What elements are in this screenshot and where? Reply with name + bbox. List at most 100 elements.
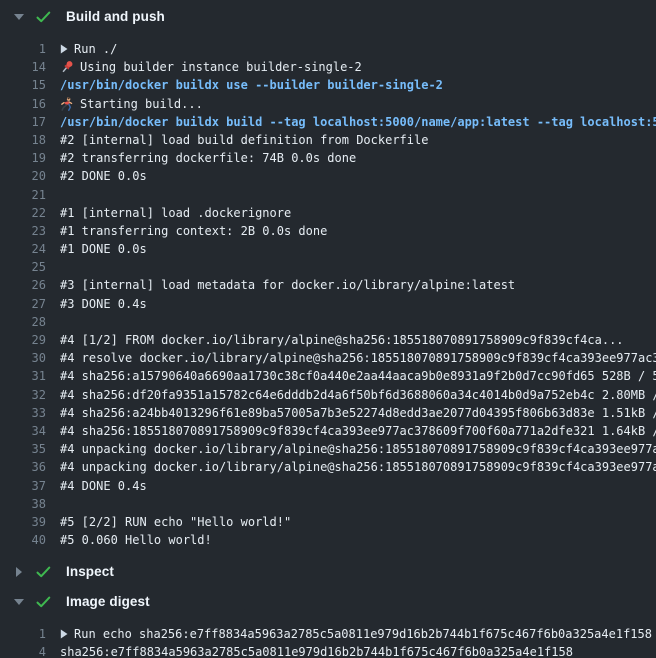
log-line: 29 #4 [1/2] FROM docker.io/library/alpin… [0,331,656,349]
line-number[interactable]: 34 [0,422,46,440]
log-section: Build and push 1 Run ./ 14 Using builder… [0,0,656,555]
chevron-right-icon[interactable] [10,567,28,577]
check-success-icon [36,596,52,608]
line-number[interactable]: 31 [0,367,46,385]
line-number[interactable]: 38 [0,495,46,513]
line-number[interactable]: 15 [0,76,46,94]
line-number[interactable]: 37 [0,477,46,495]
line-text: #4 DONE 0.4s [60,477,147,495]
line-text: #4 sha256:df20fa9351a15782c64e6dddb2d4a6… [60,386,656,404]
log-line: 21 [0,186,656,204]
chevron-down-icon[interactable] [10,599,28,605]
play-icon[interactable] [60,44,68,54]
line-number[interactable]: 25 [0,258,46,276]
log-line: 38 [0,495,656,513]
log-line: 39 #5 [2/2] RUN echo "Hello world!" [0,513,656,531]
log-line: 37 #4 DONE 0.4s [0,477,656,495]
line-number[interactable]: 22 [0,204,46,222]
workflow-log-viewer: Build and push 1 Run ./ 14 Using builder… [0,0,656,658]
line-number[interactable]: 18 [0,131,46,149]
log-line: 14 Using builder instance builder-single… [0,58,656,76]
pushpin-icon [60,60,74,74]
log-line: 1 Run echo sha256:e7ff8834a5963a2785c5a0… [0,625,656,643]
line-text: #2 [internal] load build definition from… [60,131,428,149]
line-text: #3 DONE 0.4s [60,295,147,313]
line-number[interactable]: 30 [0,349,46,367]
line-number[interactable]: 4 [0,643,46,658]
log-line: 34 #4 sha256:185518070891758909c9f839cf4… [0,422,656,440]
line-text: Starting build... [60,95,203,113]
line-number[interactable]: 20 [0,167,46,185]
line-number[interactable]: 1 [0,625,46,643]
line-text: sha256:e7ff8834a5963a2785c5a0811e979d16b… [60,643,573,658]
line-number[interactable]: 40 [0,531,46,549]
line-number[interactable]: 29 [0,331,46,349]
line-number[interactable]: 1 [0,40,46,58]
line-text: #4 [1/2] FROM docker.io/library/alpine@s… [60,331,624,349]
line-text: #1 DONE 0.0s [60,240,147,258]
section-header[interactable]: Image digest [0,585,656,615]
line-number[interactable]: 24 [0,240,46,258]
log-line: 30 #4 resolve docker.io/library/alpine@s… [0,349,656,367]
line-text: #2 transferring dockerfile: 74B 0.0s don… [60,149,356,167]
line-number[interactable]: 17 [0,113,46,131]
log-line: 28 [0,313,656,331]
log-line: 36 #4 unpacking docker.io/library/alpine… [0,458,656,476]
log-section: Image digest 1 Run echo sha256:e7ff8834a… [0,585,656,658]
line-text: #1 [internal] load .dockerignore [60,204,291,222]
log-line: 18 #2 [internal] load build definition f… [0,131,656,149]
line-text: #5 0.060 Hello world! [60,531,212,549]
section-header[interactable]: Build and push [0,0,656,30]
play-icon[interactable] [60,629,68,639]
section-title: Image digest [66,594,150,609]
line-text: #4 unpacking docker.io/library/alpine@sh… [60,440,656,458]
line-number[interactable]: 33 [0,404,46,422]
log-line: 15 /usr/bin/docker buildx use --builder … [0,76,656,94]
line-number[interactable]: 27 [0,295,46,313]
chevron-down-icon[interactable] [10,14,28,20]
line-number[interactable]: 35 [0,440,46,458]
log-line: 27 #3 DONE 0.4s [0,295,656,313]
line-text: #5 [2/2] RUN echo "Hello world!" [60,513,291,531]
line-text: Run echo sha256:e7ff8834a5963a2785c5a081… [60,625,652,643]
line-number[interactable]: 32 [0,386,46,404]
line-text: #3 [internal] load metadata for docker.i… [60,276,515,294]
log-line: 23 #1 transferring context: 2B 0.0s done [0,222,656,240]
log-line: 22 #1 [internal] load .dockerignore [0,204,656,222]
line-text: #4 sha256:185518070891758909c9f839cf4ca3… [60,422,656,440]
check-success-icon [36,566,52,578]
log-line: 26 #3 [internal] load metadata for docke… [0,276,656,294]
log-line: 25 [0,258,656,276]
log-section: Inspect [0,555,656,585]
line-number[interactable]: 26 [0,276,46,294]
line-number[interactable]: 16 [0,95,46,113]
line-number[interactable]: 36 [0,458,46,476]
section-header[interactable]: Inspect [0,555,656,585]
log-line: 1 Run ./ [0,40,656,58]
line-number[interactable]: 19 [0,149,46,167]
line-number[interactable]: 14 [0,58,46,76]
line-text: /usr/bin/docker buildx build --tag local… [60,113,656,131]
log-line: 20 #2 DONE 0.0s [0,167,656,185]
line-text: #2 DONE 0.0s [60,167,147,185]
log-line: 19 #2 transferring dockerfile: 74B 0.0s … [0,149,656,167]
line-number[interactable]: 23 [0,222,46,240]
line-number[interactable]: 21 [0,186,46,204]
line-text: #4 unpacking docker.io/library/alpine@sh… [60,458,656,476]
section-title: Inspect [66,564,114,579]
log-line: 31 #4 sha256:a15790640a6690aa1730c38cf0a… [0,367,656,385]
log-line: 33 #4 sha256:a24bb4013296f61e89ba57005a7… [0,404,656,422]
line-number[interactable]: 39 [0,513,46,531]
log-line: 40 #5 0.060 Hello world! [0,531,656,549]
log-line: 4 sha256:e7ff8834a5963a2785c5a0811e979d1… [0,643,656,658]
line-text: #4 sha256:a24bb4013296f61e89ba57005a7b3e… [60,404,656,422]
log-line: 17 /usr/bin/docker buildx build --tag lo… [0,113,656,131]
line-number[interactable]: 28 [0,313,46,331]
line-text: Run ./ [60,40,117,58]
line-text: #4 resolve docker.io/library/alpine@sha2… [60,349,656,367]
log-line: 35 #4 unpacking docker.io/library/alpine… [0,440,656,458]
section-lines: 1 Run echo sha256:e7ff8834a5963a2785c5a0… [0,615,656,658]
line-text: #4 sha256:a15790640a6690aa1730c38cf0a440… [60,367,656,385]
section-title: Build and push [66,9,165,24]
log-line: 24 #1 DONE 0.0s [0,240,656,258]
